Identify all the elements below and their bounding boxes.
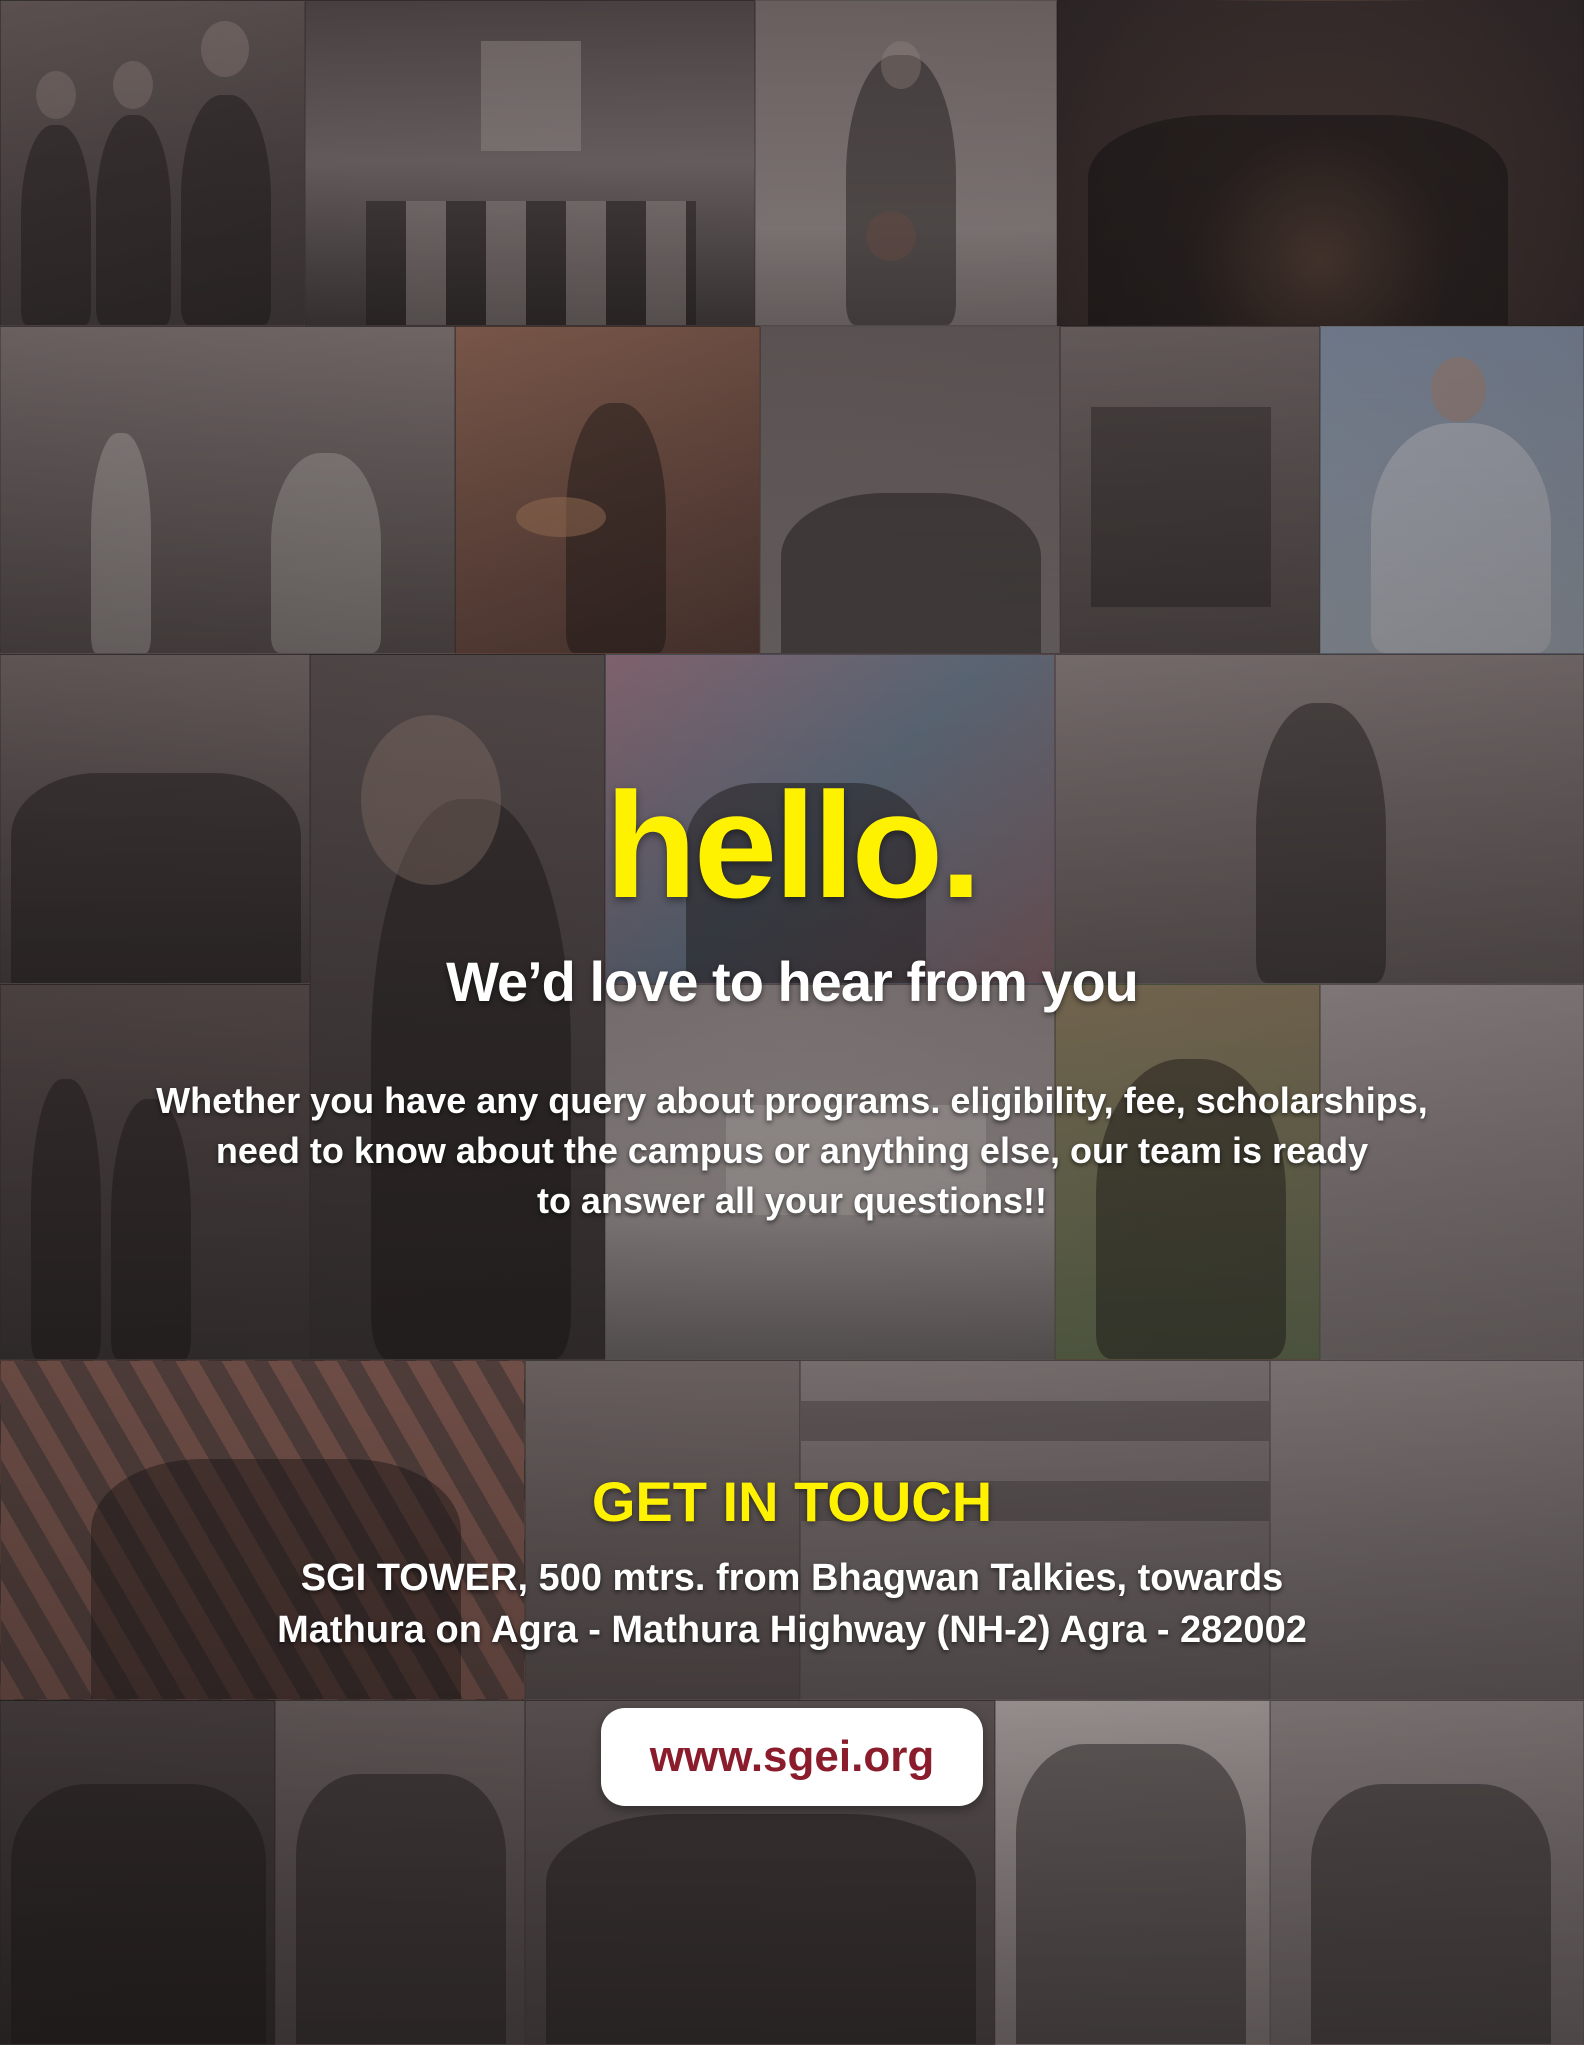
hello-headline: hello. — [605, 761, 982, 929]
website-link[interactable]: www.sgei.org — [601, 1708, 983, 1806]
intro-paragraph: Whether you have any query about program… — [142, 1076, 1442, 1226]
subheading: We’d love to hear from you — [446, 950, 1139, 1013]
intro-line: Whether you have any query about program… — [156, 1080, 1428, 1121]
address-line: Mathura on Agra - Mathura Highway (NH-2)… — [277, 1609, 1307, 1651]
contact-poster: hello. We’d love to hear from you Whethe… — [0, 0, 1584, 2045]
get-in-touch-heading: GET IN TOUCH — [591, 1470, 993, 1533]
address-line: SGI TOWER, 500 mtrs. from Bhagwan Talkie… — [300, 1557, 1284, 1599]
intro-line: to answer all your questions!! — [536, 1180, 1048, 1221]
intro-line: need to know about the campus or anythin… — [215, 1130, 1369, 1171]
address-block: SGI TOWER, 500 mtrs. from Bhagwan Talkie… — [192, 1552, 1392, 1656]
